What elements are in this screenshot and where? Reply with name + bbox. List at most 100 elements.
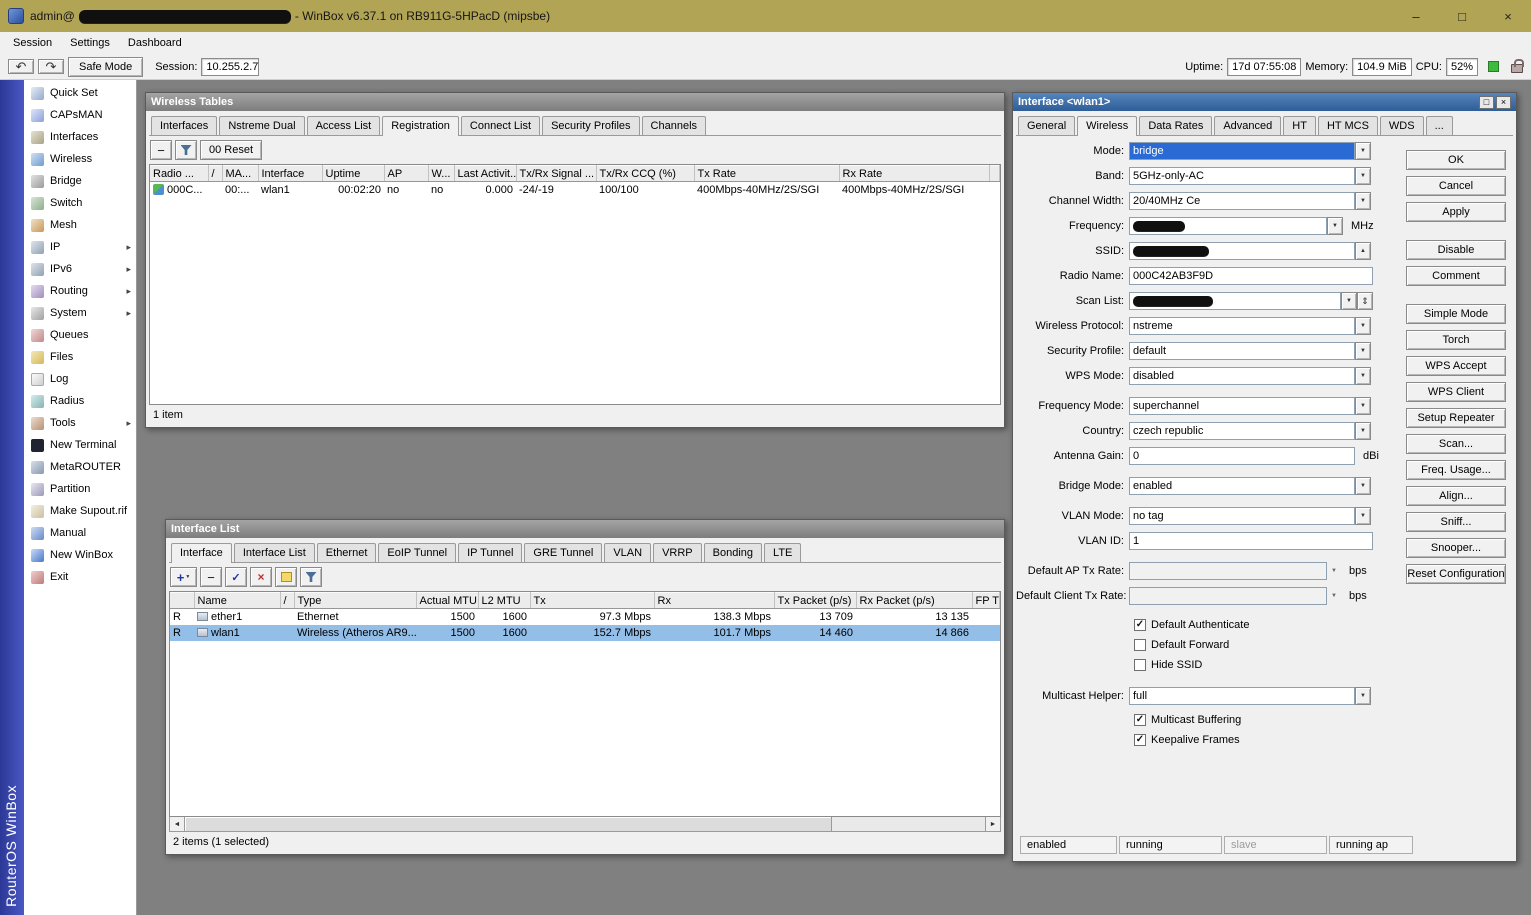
column-sort-indicator[interactable]: / [208, 166, 222, 182]
sidebar-item-ip[interactable]: IP▸ [24, 236, 136, 258]
security-profile-combo[interactable]: default [1129, 342, 1355, 360]
reset-counters-button[interactable]: 00 Reset [200, 140, 262, 160]
frequency-combo[interactable] [1129, 217, 1327, 235]
sidebar-item-wireless[interactable]: Wireless [24, 148, 136, 170]
frequency-dropdown-button[interactable]: ▼ [1327, 217, 1343, 235]
column-actual-mtu[interactable]: Actual MTU [416, 593, 478, 609]
column-tx-packet[interactable]: Tx Packet (p/s) [774, 593, 856, 609]
scroll-right-button[interactable]: ► [985, 817, 1000, 831]
titlebar[interactable]: admin@ - WinBox v6.37.1 on RB911G-5HPacD… [0, 0, 1531, 32]
wps-mode-combo[interactable]: disabled [1129, 367, 1355, 385]
wireless-tables-titlebar[interactable]: Wireless Tables [146, 93, 1004, 111]
sidebar-item-interfaces[interactable]: Interfaces [24, 126, 136, 148]
remove-button[interactable]: − [200, 567, 222, 587]
column-sort-indicator[interactable]: / [280, 593, 294, 609]
sidebar-item-metarouter[interactable]: MetaROUTER [24, 456, 136, 478]
dropdown-icon[interactable]: ▼ [1327, 568, 1341, 574]
align-button[interactable]: Align... [1406, 486, 1506, 506]
torch-button[interactable]: Torch [1406, 330, 1506, 350]
menu-settings[interactable]: Settings [61, 34, 119, 52]
sidebar-item-quick-set[interactable]: Quick Set [24, 82, 136, 104]
sidebar-item-switch[interactable]: Switch [24, 192, 136, 214]
tab-ht[interactable]: HT [1283, 116, 1316, 135]
sidebar-item-files[interactable]: Files [24, 346, 136, 368]
security-profile-dropdown-button[interactable]: ▼ [1355, 342, 1371, 360]
default-ap-tx-rate-input[interactable] [1129, 562, 1327, 580]
wireless-protocol-combo[interactable]: nstreme [1129, 317, 1355, 335]
scan-list-updown-button[interactable]: ⇕ [1357, 292, 1373, 310]
multicast-helper-combo[interactable]: full [1129, 687, 1355, 705]
column-fp-tx[interactable]: FP Tx [972, 593, 1000, 609]
apply-button[interactable]: Apply [1406, 202, 1506, 222]
comment-button[interactable]: Comment [1406, 266, 1506, 286]
cancel-button[interactable]: Cancel [1406, 176, 1506, 196]
tab-interface[interactable]: Interface [171, 543, 232, 563]
reset-configuration-button[interactable]: Reset Configuration [1406, 564, 1506, 584]
mode-dropdown-button[interactable]: ▼ [1355, 142, 1371, 160]
antenna-gain-input[interactable]: 0 [1129, 447, 1355, 465]
simple-mode-button[interactable]: Simple Mode [1406, 304, 1506, 324]
comment-button[interactable] [275, 567, 297, 587]
column-l2-mtu[interactable]: L2 MTU [478, 593, 530, 609]
tab-interface-list[interactable]: Interface List [234, 543, 315, 562]
ssid-input[interactable] [1129, 242, 1355, 260]
bridge-mode-dropdown-button[interactable]: ▼ [1355, 477, 1371, 495]
column-wds[interactable]: W... [428, 166, 454, 182]
tab-wds[interactable]: WDS [1380, 116, 1424, 135]
remove-entry-button[interactable]: − [150, 140, 172, 160]
bridge-mode-combo[interactable]: enabled [1129, 477, 1355, 495]
scan-list-dropdown-button[interactable]: ▼ [1341, 292, 1357, 310]
tab-vlan[interactable]: VLAN [604, 543, 651, 562]
tab-registration[interactable]: Registration [382, 116, 459, 136]
vlan-mode-combo[interactable]: no tag [1129, 507, 1355, 525]
sidebar-item-tools[interactable]: Tools▸ [24, 412, 136, 434]
frequency-mode-dropdown-button[interactable]: ▼ [1355, 397, 1371, 415]
dropdown-icon[interactable]: ▼ [1327, 593, 1341, 599]
setup-repeater-button[interactable]: Setup Repeater [1406, 408, 1506, 428]
column-mac[interactable]: MA... [222, 166, 258, 182]
tab-eoip-tunnel[interactable]: EoIP Tunnel [378, 543, 456, 562]
sidebar-item-log[interactable]: Log [24, 368, 136, 390]
interface-row-ether1[interactable]: R ether1 Ethernet 1500 1600 97.3 Mbps 13… [170, 609, 1000, 625]
radio-name-input[interactable]: 000C42AB3F9D [1129, 267, 1373, 285]
column-rx[interactable]: Rx [654, 593, 774, 609]
wps-mode-dropdown-button[interactable]: ▼ [1355, 367, 1371, 385]
tab-ip-tunnel[interactable]: IP Tunnel [458, 543, 522, 562]
tab-nstreme-dual[interactable]: Nstreme Dual [219, 116, 304, 135]
column-tx-rate[interactable]: Tx Rate [694, 166, 839, 182]
tab-more[interactable]: ... [1426, 116, 1453, 135]
column-flags[interactable] [170, 593, 194, 609]
safe-mode-button[interactable]: Safe Mode [68, 57, 143, 77]
ok-button[interactable]: OK [1406, 150, 1506, 170]
tab-ethernet[interactable]: Ethernet [317, 543, 377, 562]
column-rx-rate[interactable]: Rx Rate [839, 166, 989, 182]
channel-width-combo[interactable]: 20/40MHz Ce [1129, 192, 1355, 210]
default-forward-checkbox[interactable] [1134, 639, 1146, 651]
column-ap[interactable]: AP [384, 166, 428, 182]
tab-general[interactable]: General [1018, 116, 1075, 135]
sidebar-item-bridge[interactable]: Bridge [24, 170, 136, 192]
tab-bonding[interactable]: Bonding [704, 543, 762, 562]
vlan-mode-dropdown-button[interactable]: ▼ [1355, 507, 1371, 525]
tab-vrrp[interactable]: VRRP [653, 543, 702, 562]
column-ccq[interactable]: Tx/Rx CCQ (%) [596, 166, 694, 182]
column-type[interactable]: Type [294, 593, 416, 609]
sniff-button[interactable]: Sniff... [1406, 512, 1506, 532]
wireless-protocol-dropdown-button[interactable]: ▼ [1355, 317, 1371, 335]
wlan1-dialog-titlebar[interactable]: Interface <wlan1> □ × [1013, 93, 1516, 111]
sidebar-item-make-supout[interactable]: Make Supout.rif [24, 500, 136, 522]
column-uptime[interactable]: Uptime [322, 166, 384, 182]
sidebar-item-queues[interactable]: Queues [24, 324, 136, 346]
enable-button[interactable]: ✓ [225, 567, 247, 587]
country-dropdown-button[interactable]: ▼ [1355, 422, 1371, 440]
tab-ht-mcs[interactable]: HT MCS [1318, 116, 1378, 135]
sidebar-item-routing[interactable]: Routing▸ [24, 280, 136, 302]
close-button[interactable]: × [1485, 0, 1531, 32]
scroll-left-button[interactable]: ◄ [170, 817, 185, 831]
add-button[interactable]: +▼ [170, 567, 197, 587]
menu-dashboard[interactable]: Dashboard [119, 34, 191, 52]
column-rx-packet[interactable]: Rx Packet (p/s) [856, 593, 972, 609]
tab-access-list[interactable]: Access List [307, 116, 381, 135]
maximize-button[interactable]: □ [1439, 0, 1485, 32]
scrollbar-thumb[interactable] [185, 817, 832, 831]
